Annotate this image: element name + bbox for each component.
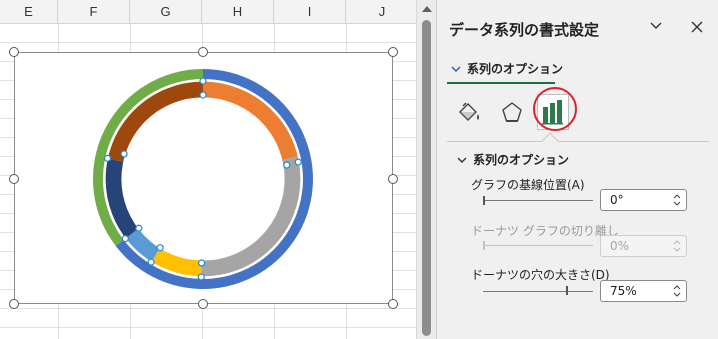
first-slice-angle-label: グラフの基線位置(A) (471, 178, 585, 192)
column-header-row: E F G H I J (0, 0, 416, 24)
effects-tab-pentagon-icon[interactable] (495, 96, 529, 130)
resize-handle-bottom-center[interactable] (198, 299, 208, 309)
spreadsheet: E F G H I J (0, 0, 416, 339)
resize-handle-top-left[interactable] (9, 47, 19, 57)
donut-hole-size-slider[interactable] (483, 291, 593, 292)
donut-explosion-spinbox: 0% (600, 235, 687, 257)
close-icon[interactable] (689, 19, 705, 35)
donut-explosion-slider-thumb (483, 241, 485, 250)
section-header-label: 系列のオプション (473, 153, 570, 167)
vertical-scrollbar[interactable] (416, 0, 436, 339)
donut-hole-size-label: ドーナツの穴の大きさ(D) (471, 268, 610, 282)
donut-hole-size-spinbox[interactable]: 75% (600, 280, 687, 302)
series-options-dropdown[interactable]: 系列のオプション (451, 60, 563, 82)
chart-area[interactable] (14, 52, 393, 304)
donut-explosion-slider (483, 245, 593, 246)
resize-handle-middle-left[interactable] (9, 174, 19, 184)
first-slice-angle-slider[interactable] (483, 200, 593, 201)
resize-handle-bottom-right[interactable] (388, 299, 398, 309)
scroll-thumb[interactable] (422, 20, 431, 336)
series-options-section-header[interactable]: 系列のオプション (457, 151, 569, 168)
first-slice-angle-value: 0° (610, 193, 624, 207)
donut-explosion-value: 0% (610, 239, 630, 253)
resize-handle-top-right[interactable] (388, 47, 398, 57)
column-header-f[interactable]: F (58, 0, 130, 24)
column-header-h[interactable]: H (202, 0, 274, 24)
series-options-tab[interactable] (537, 94, 569, 130)
spin-arrows-icon[interactable] (673, 192, 681, 208)
donut-hole-size-slider-thumb[interactable] (566, 286, 568, 295)
tab-pointer-notch (541, 132, 559, 150)
resize-handle-top-center[interactable] (198, 47, 208, 57)
resize-handle-middle-right[interactable] (388, 174, 398, 184)
resize-handle-bottom-left[interactable] (9, 299, 19, 309)
donut-explosion-label: ドーナツ グラフの切り離し (471, 224, 619, 238)
column-header-g[interactable]: G (130, 0, 202, 24)
donut-chart[interactable] (15, 53, 392, 303)
first-slice-angle-spinbox[interactable]: 0° (600, 189, 687, 211)
fill-line-tab-icon[interactable] (451, 96, 485, 130)
bar-chart-icon (542, 100, 563, 125)
pane-title: データ系列の書式設定 (449, 21, 600, 39)
collapse-pane-chevron-icon[interactable] (648, 18, 664, 34)
dropdown-underline (447, 82, 555, 84)
series-options-dropdown-label: 系列のオプション (467, 62, 564, 76)
column-header-i[interactable]: I (274, 0, 346, 24)
spin-arrows-icon (673, 240, 681, 252)
pane-divider (447, 141, 709, 142)
spin-arrows-icon[interactable] (673, 283, 681, 299)
chevron-down-icon (457, 157, 467, 163)
first-slice-angle-slider-thumb[interactable] (483, 196, 485, 205)
inner-series-selection-points[interactable] (103, 77, 302, 281)
column-header-e[interactable]: E (0, 0, 58, 24)
chevron-down-icon (451, 66, 461, 72)
donut-hole-size-value: 75% (610, 284, 637, 298)
column-header-j[interactable]: J (346, 0, 416, 24)
scroll-up-arrow-icon[interactable] (422, 6, 432, 12)
format-data-series-pane: データ系列の書式設定 系列のオプション 系列のオプション グラフの基線位置(A)… (436, 0, 718, 339)
